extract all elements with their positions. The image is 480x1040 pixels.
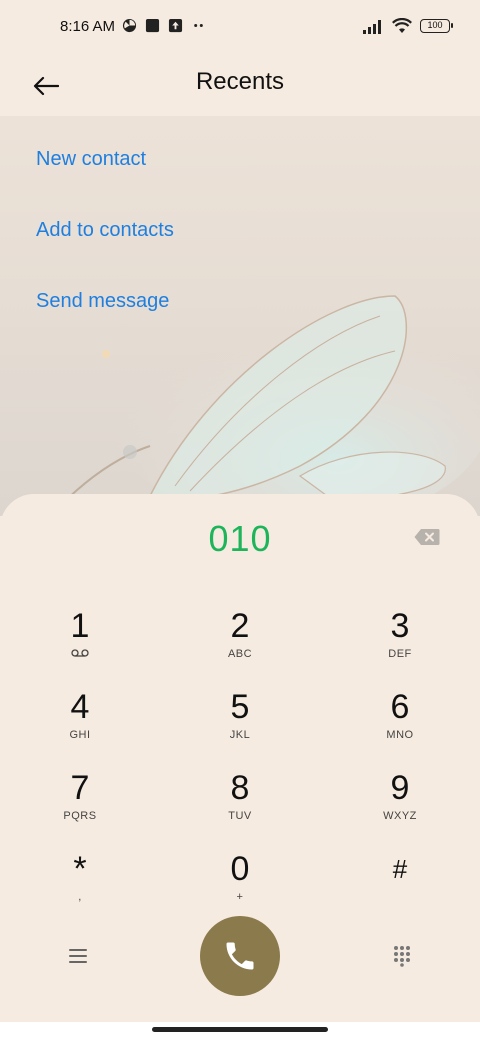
key-letters: GHI [69,729,91,741]
page-title: Recents [195,68,285,95]
more-dots-icon [194,24,203,27]
key-digit: 5 [230,688,250,726]
upload-icon [168,18,183,33]
key-1[interactable]: 1 [20,606,140,680]
call-button[interactable] [200,916,280,996]
new-contact-link[interactable]: New contact [36,148,146,171]
key-star[interactable]: * , [20,849,140,923]
phone-icon [226,942,254,970]
key-6[interactable]: 6 MNO [340,687,460,761]
signal-icon [363,19,381,34]
dialed-number: 010 [208,518,272,559]
key-digit: 4 [70,688,90,726]
status-time: 8:16 AM [60,18,116,35]
key-letters: TUV [228,810,252,822]
key-letters: + [236,891,244,903]
dragonfly-wing-image [59,295,480,516]
dialpad-toggle-button[interactable] [382,936,422,976]
key-letters: , [78,891,82,903]
key-letters: ABC [227,648,253,660]
key-7[interactable]: 7 PQRS [20,768,140,842]
backspace-button[interactable] [414,528,440,546]
status-bar: 8:16 AM 100 [0,0,480,56]
key-digit: # [392,854,408,884]
app-header: Recents [0,56,480,116]
key-digit: 0 [230,850,250,888]
dialpad-sheet: 010 1 2 ABC 3 DEF 4 GHI 5 JKL 6 MNO 7 PQ… [0,494,480,1022]
key-4[interactable]: 4 GHI [20,687,140,761]
key-letters: PQRS [63,810,97,822]
key-digit: 8 [230,769,250,807]
menu-button[interactable] [58,936,98,976]
home-indicator[interactable] [152,1027,328,1032]
key-digit: 3 [390,607,410,645]
key-digit: * [73,850,87,888]
key-9[interactable]: 9 WXYZ [340,768,460,842]
key-5[interactable]: 5 JKL [180,687,300,761]
dialpad-icon [394,946,410,967]
key-2[interactable]: 2 ABC [180,606,300,680]
key-letters: JKL [229,729,251,741]
square-app-icon [145,18,160,33]
backspace-icon [414,529,440,545]
key-0[interactable]: 0 + [180,849,300,923]
chart-pie-icon [122,18,137,33]
key-8[interactable]: 8 TUV [180,768,300,842]
key-letters: MNO [386,729,414,741]
wifi-icon [392,18,412,33]
notification-icons [122,18,206,33]
key-digit: 1 [70,607,90,645]
add-to-contacts-link[interactable]: Add to contacts [36,219,174,242]
key-hash[interactable]: # [340,849,460,923]
system-icons: 100 [362,18,453,34]
key-letters: DEF [388,648,412,660]
key-digit: 6 [390,688,410,726]
background-photo [0,116,480,516]
navigation-bar [0,1022,480,1040]
send-message-link[interactable]: Send message [36,290,169,313]
key-letters: WXYZ [383,810,417,822]
key-3[interactable]: 3 DEF [340,606,460,680]
key-digit: 9 [390,769,410,807]
key-digit: 7 [70,769,90,807]
battery-icon: 100 [420,19,453,33]
voicemail-icon [20,648,140,661]
key-digit: 2 [230,607,250,645]
menu-icon [69,949,87,963]
